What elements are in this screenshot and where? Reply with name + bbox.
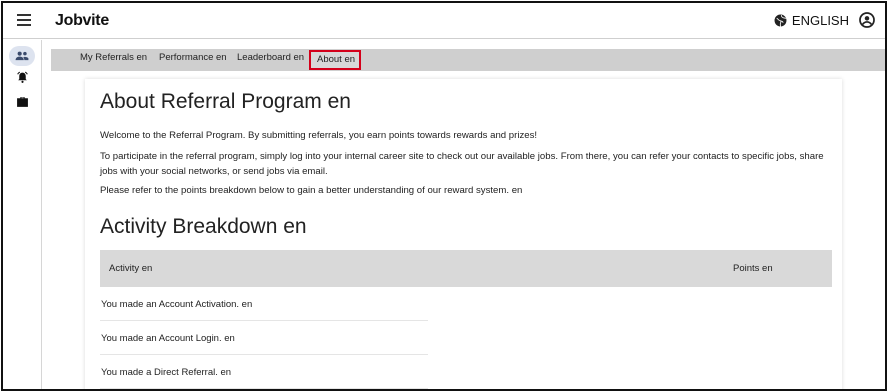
globe-icon bbox=[774, 14, 787, 27]
activity-cell: You made an Account Activation. en bbox=[101, 299, 253, 310]
participation-paragraph: To participate in the referral program, … bbox=[100, 151, 824, 177]
intro-paragraph: Welcome to the Referral Program. By subm… bbox=[100, 130, 538, 141]
app-window: Jobvite ENGLISH My Referrals en Performa… bbox=[1, 1, 887, 391]
brand-logo: Jobvite bbox=[55, 12, 109, 29]
top-bar: Jobvite ENGLISH bbox=[3, 3, 885, 39]
points-paragraph: Please refer to the points breakdown bel… bbox=[100, 185, 523, 196]
tab-leaderboard[interactable]: Leaderboard en bbox=[237, 52, 304, 63]
activity-cell: You made a Direct Referral. en bbox=[101, 367, 232, 378]
referral-nav-tabs: My Referrals en Performance en Leaderboa… bbox=[51, 49, 885, 71]
tab-my-referrals[interactable]: My Referrals en bbox=[80, 52, 147, 63]
briefcase-icon bbox=[16, 97, 28, 107]
breakdown-title: Activity Breakdown en bbox=[100, 215, 307, 238]
activity-cell: You made an Account Login. en bbox=[101, 333, 235, 344]
rail-item-referrals[interactable] bbox=[3, 46, 41, 66]
rail-item-jobs[interactable] bbox=[3, 92, 41, 112]
tab-performance[interactable]: Performance en bbox=[159, 52, 227, 63]
language-label: ENGLISH bbox=[791, 13, 849, 28]
tab-about[interactable]: About en bbox=[309, 50, 361, 70]
rail-item-notifications[interactable] bbox=[3, 67, 41, 87]
language-selector[interactable]: ENGLISH bbox=[774, 13, 849, 28]
account-circle-icon[interactable] bbox=[859, 12, 875, 28]
people-icon bbox=[15, 51, 29, 61]
side-rail bbox=[3, 40, 42, 389]
table-header: Activity en Points en bbox=[100, 250, 832, 287]
about-card: About Referral Program en Welcome to the… bbox=[85, 79, 842, 389]
table-row: You made an Account Activation. en bbox=[100, 287, 428, 321]
table-row: You made an Account Login. en bbox=[100, 321, 428, 355]
header-activity: Activity en bbox=[109, 263, 153, 274]
table-row: You made a Direct Referral. en bbox=[100, 355, 428, 389]
page-title: About Referral Program en bbox=[100, 90, 351, 113]
hamburger-menu-icon[interactable] bbox=[17, 14, 31, 26]
header-points: Points en bbox=[733, 263, 773, 274]
alarm-bell-icon bbox=[16, 71, 28, 83]
